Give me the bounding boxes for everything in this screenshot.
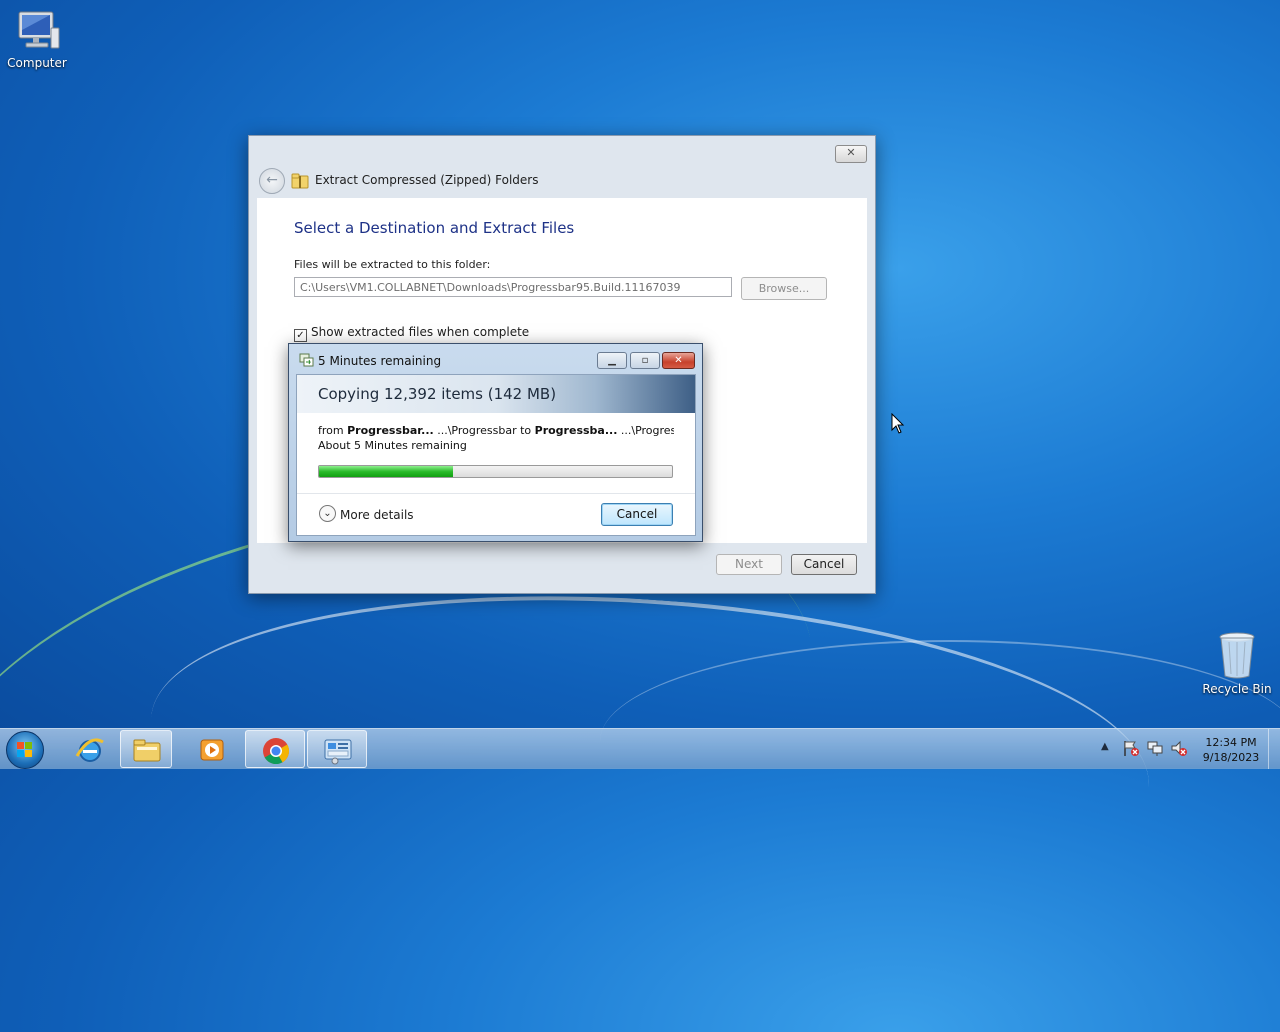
volume-muted-icon[interactable] <box>1170 739 1188 757</box>
maximize-icon: ▫ <box>641 355 649 366</box>
divider <box>297 493 695 494</box>
wizard-close-button[interactable]: ✕ <box>835 145 867 163</box>
copy-files-icon <box>299 353 314 367</box>
desktop-icon-label: Computer <box>7 56 67 70</box>
desktop-icon-label: Recycle Bin <box>1202 682 1272 696</box>
time-remaining: About 5 Minutes remaining <box>318 439 467 452</box>
wizard-heading: Select a Destination and Extract Files <box>294 219 575 237</box>
clock-time: 12:34 PM <box>1205 736 1257 749</box>
file-explorer-icon <box>133 739 161 762</box>
media-player-icon <box>200 739 224 761</box>
destination-label: Files will be extracted to this folder: <box>294 258 491 271</box>
taskbar-item-control-panel[interactable] <box>307 730 367 768</box>
source-path: ...\Progressbar <box>437 424 517 437</box>
copy-source-destination: from Progressbar... ...\Progressbar to P… <box>318 424 674 437</box>
destination-link[interactable]: Progressba... <box>535 424 618 437</box>
zip-folder-icon <box>291 173 309 189</box>
start-button[interactable] <box>6 731 44 769</box>
destination-path-input[interactable]: C:\Users\VM1.COLLABNET\Downloads\Progres… <box>294 277 732 297</box>
recycle-bin-icon <box>1219 632 1255 679</box>
taskbar-item-internet-explorer[interactable] <box>60 730 120 768</box>
chrome-icon <box>263 738 290 765</box>
copy-cancel-button[interactable]: Cancel <box>601 503 673 526</box>
taskbar-item-media-player[interactable] <box>182 730 242 768</box>
back-arrow-icon[interactable]: ← <box>259 168 285 194</box>
mouse-cursor-icon <box>891 413 905 434</box>
copy-banner: Copying 12,392 items (142 MB) <box>297 375 695 413</box>
source-link[interactable]: Progressbar... <box>347 424 434 437</box>
wizard-footer: Next Cancel <box>257 543 867 585</box>
close-icon: ✕ <box>674 355 683 366</box>
maximize-button[interactable]: ▫ <box>630 352 660 369</box>
copy-dialog-title: 5 Minutes remaining <box>318 354 442 368</box>
internet-explorer-icon <box>75 738 104 762</box>
progress-fill <box>319 466 454 477</box>
show-files-label: Show extracted files when complete <box>311 325 530 339</box>
wizard-cancel-button[interactable]: Cancel <box>791 554 857 575</box>
taskbar-item-chrome[interactable] <box>245 730 305 768</box>
wizard-header: ← Extract Compressed (Zipped) Folders <box>257 166 867 196</box>
close-icon: ✕ <box>846 146 856 159</box>
action-center-flag-icon[interactable] <box>1122 739 1140 757</box>
copy-progress-bar <box>318 465 673 478</box>
to-word: to <box>520 424 532 437</box>
show-desktop-button[interactable] <box>1268 729 1280 769</box>
show-files-checkbox-row[interactable]: ✓ Show extracted files when complete <box>294 325 529 342</box>
windows-logo-icon <box>17 742 32 757</box>
copy-heading: Copying 12,392 items (142 MB) <box>318 385 557 403</box>
computer-icon <box>18 11 60 49</box>
system-clock[interactable]: 12:34 PM 9/18/2023 <box>1196 735 1266 765</box>
taskbar: ▲ 12:34 PM 9/18/2023 <box>0 728 1280 769</box>
taskbar-item-file-explorer[interactable] <box>120 730 172 768</box>
copy-progress-dialog: 5 Minutes remaining ▁ ▫ ✕ Copying 12,392… <box>288 343 703 542</box>
copy-close-button[interactable]: ✕ <box>662 352 695 369</box>
wizard-title: Extract Compressed (Zipped) Folders <box>315 173 539 187</box>
browse-button[interactable]: Browse... <box>741 277 827 300</box>
more-details-toggle[interactable]: More details <box>340 508 414 522</box>
minimize-button[interactable]: ▁ <box>597 352 627 369</box>
minimize-icon: ▁ <box>608 355 616 366</box>
show-hidden-icons-button[interactable]: ▲ <box>1101 741 1109 752</box>
destination-path: ...\Progressbar <box>620 424 674 437</box>
copy-dialog-body: Copying 12,392 items (142 MB) from Progr… <box>296 374 696 536</box>
desktop-icon-computer[interactable]: Computer <box>2 10 72 70</box>
control-panel-icon <box>324 739 352 765</box>
chevron-down-icon[interactable]: ⌄ <box>319 505 336 522</box>
from-word: from <box>318 424 344 437</box>
next-button[interactable]: Next <box>716 554 782 575</box>
clock-date: 9/18/2023 <box>1202 751 1260 764</box>
network-icon[interactable] <box>1146 739 1164 757</box>
checkbox-checked-icon[interactable]: ✓ <box>294 329 307 342</box>
desktop-icon-recycle-bin[interactable]: Recycle Bin <box>1202 630 1272 696</box>
